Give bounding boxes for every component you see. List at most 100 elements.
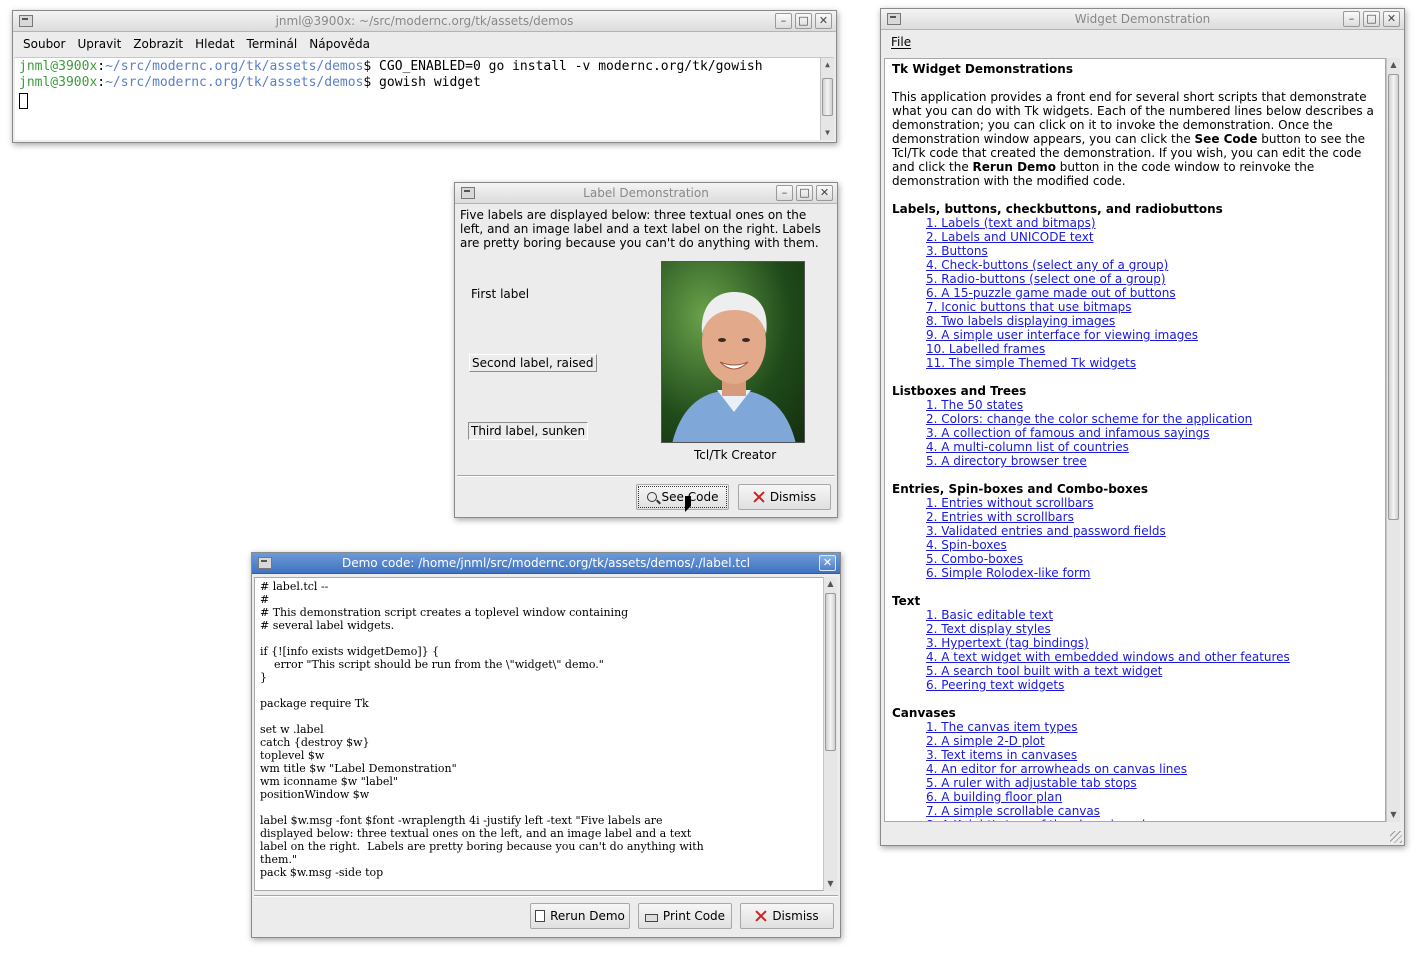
demo-link[interactable]: 2. A simple 2-D plot <box>926 734 1378 748</box>
demo-link[interactable]: 8. A Knight's tour of the chess board <box>926 818 1378 821</box>
demo-link[interactable]: 4. An editor for arrowheads on canvas li… <box>926 762 1378 776</box>
demo-link[interactable]: 1. Labels (text and bitmaps) <box>926 216 1378 230</box>
menu-napoveda[interactable]: Nápověda <box>309 37 370 51</box>
command-text: gowish widget <box>379 75 481 90</box>
menu-zobrazit[interactable]: Zobrazit <box>133 37 183 51</box>
menu-hledat[interactable]: Hledat <box>195 37 234 51</box>
scrollbar-thumb[interactable] <box>825 593 836 751</box>
menu-file[interactable]: File <box>891 35 911 49</box>
scrollbar-thumb[interactable] <box>822 78 833 116</box>
rerun-icon <box>535 910 546 922</box>
demo-link[interactable]: 1. The canvas item types <box>926 720 1378 734</box>
demo-link[interactable]: 2. Labels and UNICODE text <box>926 230 1378 244</box>
demo-link[interactable]: 8. Two labels displaying images <box>926 314 1378 328</box>
demo-link[interactable]: 9. A simple user interface for viewing i… <box>926 328 1378 342</box>
demo-link[interactable]: 7. A simple scrollable canvas <box>926 804 1378 818</box>
divider <box>254 895 838 897</box>
terminal-line: jnml@3900x:~/src/modernc.org/tk/assets/d… <box>19 75 481 90</box>
demo-link[interactable]: 3. Text items in canvases <box>926 748 1378 762</box>
dismiss-button[interactable]: Dismiss <box>740 903 834 929</box>
maximize-icon[interactable]: □ <box>796 185 813 201</box>
demo-link[interactable]: 1. The 50 states <box>926 398 1378 412</box>
section-title: Entries, Spin-boxes and Combo-boxes <box>892 482 1149 496</box>
widget-demo-scrollbar[interactable]: ▲ ▼ <box>1386 58 1400 822</box>
minimize-icon[interactable]: – <box>776 185 793 201</box>
window-icon[interactable] <box>258 557 272 569</box>
demo-link[interactable]: 6. Simple Rolodex-like form <box>926 566 1378 580</box>
code-text[interactable]: # label.tcl -- # # This demonstration sc… <box>254 577 826 891</box>
demo-link[interactable]: 4. Check-buttons (select any of a group) <box>926 258 1378 272</box>
printer-icon <box>644 913 658 922</box>
demo-link[interactable]: 6. A 15-puzzle game made out of buttons <box>926 286 1378 300</box>
terminal-titlebar[interactable]: jnml@3900x: ~/src/modernc.org/tk/assets/… <box>13 11 836 32</box>
resize-grip-icon[interactable] <box>1390 831 1402 843</box>
minimize-icon[interactable]: – <box>775 13 792 29</box>
demo-link[interactable]: 2. Entries with scrollbars <box>926 510 1378 524</box>
widget-demo-intro: This application provides a front end fo… <box>892 90 1374 188</box>
label-demo-title: Label Demonstration <box>583 186 709 200</box>
demo-link[interactable]: 6. Peering text widgets <box>926 678 1378 692</box>
scroll-up-icon[interactable]: ▲ <box>1387 58 1400 72</box>
close-icon[interactable]: ✕ <box>816 185 833 201</box>
dismiss-button[interactable]: Dismiss <box>738 484 831 510</box>
scroll-up-icon[interactable]: ▲ <box>824 577 837 591</box>
demo-link[interactable]: 3. Validated entries and password fields <box>926 524 1378 538</box>
widget-demo-titlebar[interactable]: Widget Demonstration – □ ✕ <box>881 9 1404 30</box>
demo-link[interactable]: 2. Text display styles <box>926 622 1378 636</box>
menu-soubor[interactable]: Soubor <box>23 37 65 51</box>
portrait-image <box>672 292 796 442</box>
maximize-icon[interactable]: □ <box>795 13 812 29</box>
terminal-output[interactable]: jnml@3900x:~/src/modernc.org/tk/assets/d… <box>15 57 834 140</box>
demo-link[interactable]: 11. The simple Themed Tk widgets <box>926 356 1378 370</box>
demo-link[interactable]: 5. A search tool built with a text widge… <box>926 664 1378 678</box>
demo-link[interactable]: 5. Radio-buttons (select one of a group) <box>926 272 1378 286</box>
demo-link[interactable]: 2. Colors: change the color scheme for t… <box>926 412 1378 426</box>
widget-demo-heading: Tk Widget Demonstrations <box>892 62 1073 76</box>
first-label: First label <box>471 287 530 301</box>
code-scrollbar[interactable]: ▲ ▼ <box>823 577 837 891</box>
scroll-down-icon[interactable]: ▼ <box>1387 808 1400 822</box>
scroll-down-icon[interactable]: ▼ <box>821 126 834 140</box>
rerun-demo-button[interactable]: Rerun Demo <box>530 903 630 929</box>
demo-link[interactable]: 3. A collection of famous and infamous s… <box>926 426 1378 440</box>
demo-link[interactable]: 5. A ruler with adjustable tab stops <box>926 776 1378 790</box>
demo-link[interactable]: 6. A building floor plan <box>926 790 1378 804</box>
demo-link[interactable]: 4. A text widget with embedded windows a… <box>926 650 1378 664</box>
menu-upravit[interactable]: Upravit <box>77 37 121 51</box>
code-window: Demo code: /home/jnml/src/modernc.org/tk… <box>251 552 841 938</box>
demo-link[interactable]: 3. Hypertext (tag bindings) <box>926 636 1378 650</box>
code-window-titlebar[interactable]: Demo code: /home/jnml/src/modernc.org/tk… <box>252 553 840 574</box>
demo-link[interactable]: 4. A multi-column list of countries <box>926 440 1378 454</box>
menu-terminal[interactable]: Terminál <box>247 37 298 51</box>
widget-demo-text[interactable]: Tk Widget Demonstrations This applicatio… <box>884 58 1386 822</box>
demo-link[interactable]: 3. Buttons <box>926 244 1378 258</box>
window-icon[interactable] <box>461 187 475 199</box>
section-title: Canvases <box>892 706 956 720</box>
demo-link[interactable]: 5. Combo-boxes <box>926 552 1378 566</box>
terminal-icon[interactable] <box>19 15 33 27</box>
close-icon[interactable]: ✕ <box>819 555 836 571</box>
minimize-icon[interactable]: – <box>1343 11 1360 27</box>
close-icon[interactable]: ✕ <box>815 13 832 29</box>
window-icon[interactable] <box>887 13 901 25</box>
demo-link[interactable]: 10. Labelled frames <box>926 342 1378 356</box>
scroll-up-icon[interactable]: ▲ <box>821 58 834 72</box>
scrollbar-thumb[interactable] <box>1388 74 1399 520</box>
demo-link[interactable]: 4. Spin-boxes <box>926 538 1378 552</box>
label-demo-titlebar[interactable]: Label Demonstration – □ ✕ <box>455 183 837 204</box>
tcl-tk-creator-photo <box>661 261 805 443</box>
demo-link[interactable]: 1. Basic editable text <box>926 608 1378 622</box>
scroll-down-icon[interactable]: ▼ <box>824 877 837 891</box>
demo-link[interactable]: 7. Iconic buttons that use bitmaps <box>926 300 1378 314</box>
print-code-button[interactable]: Print Code <box>638 903 732 929</box>
demo-link[interactable]: 5. A directory browser tree <box>926 454 1378 468</box>
close-icon[interactable]: ✕ <box>1383 11 1400 27</box>
second-label-raised: Second label, raised <box>469 354 597 372</box>
demo-link[interactable]: 1. Entries without scrollbars <box>926 496 1378 510</box>
section-title: Listboxes and Trees <box>892 384 1027 398</box>
terminal-scrollbar[interactable]: ▲ ▼ <box>820 58 834 140</box>
see-code-button[interactable]: See Code <box>636 484 729 510</box>
prompt-user: jnml@3900x <box>19 75 98 90</box>
divider <box>457 475 835 477</box>
maximize-icon[interactable]: □ <box>1363 11 1380 27</box>
